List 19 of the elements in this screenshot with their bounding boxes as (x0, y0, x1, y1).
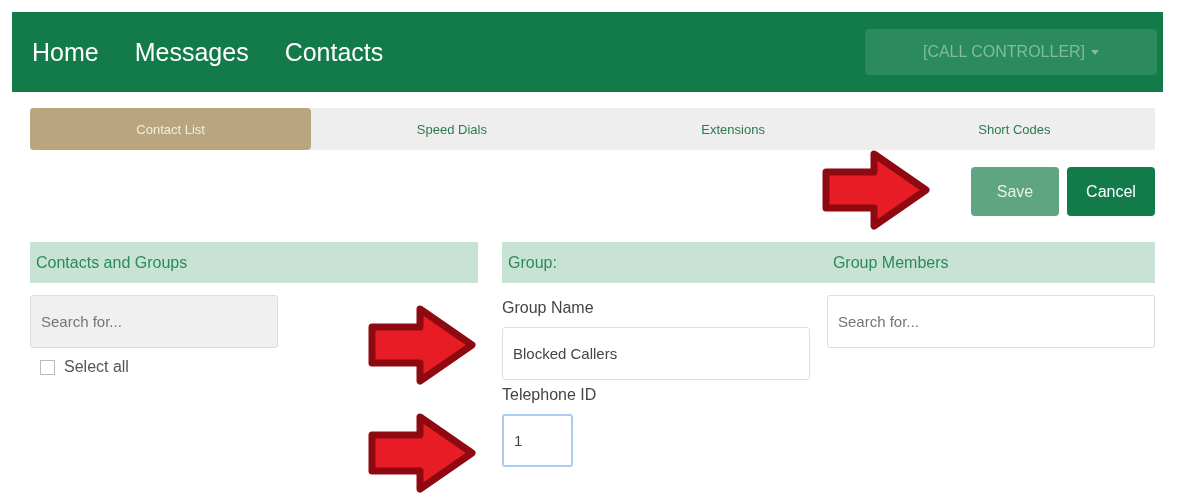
section-title: Group: (508, 253, 557, 273)
cancel-button[interactable]: Cancel (1067, 167, 1155, 216)
checkbox-label: Select all (64, 358, 129, 376)
tab[interactable]: Extensions (592, 108, 874, 150)
input-field[interactable]: Blocked Callers (502, 327, 810, 380)
arrow-icon (822, 150, 932, 230)
field-label: Telephone ID (502, 386, 598, 404)
caret-icon (1091, 49, 1100, 55)
tab[interactable]: Short Codes (873, 108, 1155, 150)
checkbox[interactable] (40, 359, 55, 375)
nav-link[interactable]: Contacts (284, 37, 384, 67)
nav-link[interactable]: Messages (134, 37, 249, 67)
nav-link[interactable]: Home (32, 37, 99, 67)
section-title: Group Members (832, 253, 949, 273)
field-label: Group Name (502, 299, 595, 317)
input-field[interactable]: 1 (502, 414, 573, 467)
search-field[interactable]: Search for... (827, 295, 1155, 348)
section-header: Contacts and Groups (30, 242, 478, 283)
tab[interactable]: Speed Dials (311, 108, 593, 150)
